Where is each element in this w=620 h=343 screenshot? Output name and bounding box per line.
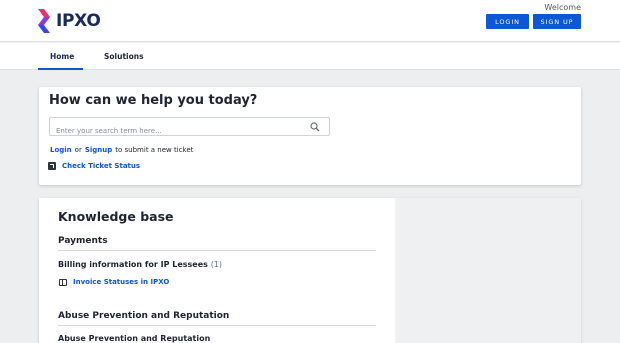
knowledge-base-card: Knowledge base Payments Billing informat… [39,198,396,343]
section-divider [58,250,376,251]
article-link-invoice-statuses[interactable]: Invoice Statuses in IPXO [73,278,169,286]
login-link[interactable]: Login [50,146,72,154]
folder-article-count: (1) [210,260,223,269]
submit-ticket-line: Login or Signup to submit a new ticket [50,146,193,154]
submit-ticket-text: to submit a new ticket [115,146,194,154]
article-row[interactable]: Invoice Statuses in IPXO [59,278,169,286]
folder-title: Billing information for IP Lessees [58,260,208,269]
section-title-payments[interactable]: Payments [58,236,108,246]
main-nav: Home Solutions [0,43,620,70]
search-input[interactable] [50,122,300,140]
section-divider [58,325,376,326]
login-button[interactable]: LOGIN [486,14,529,29]
help-search-card: How can we help you today? Login or Sign… [39,87,581,185]
or-text: or [74,146,82,154]
ipxo-logo-icon [38,9,50,33]
sidebar-panel [396,198,581,343]
signup-link[interactable]: Signup [85,146,112,154]
search-icon[interactable] [310,122,320,132]
check-ticket-status-link[interactable]: Check Ticket Status [62,162,140,170]
tab-solutions[interactable]: Solutions [104,52,144,61]
tab-home[interactable]: Home [50,52,74,61]
knowledge-base-title: Knowledge base [58,209,174,224]
top-header: IPXO Welcome LOGIN SIGN UP [0,0,620,42]
signup-button[interactable]: SIGN UP [533,14,581,29]
section-title-abuse-prevention[interactable]: Abuse Prevention and Reputation [58,311,229,321]
brand-name: IPXO [56,11,101,31]
external-link-icon [48,162,56,170]
welcome-text: Welcome [544,3,581,12]
folder-abuse-prevention[interactable]: Abuse Prevention and Reputation [58,334,210,343]
book-icon [59,278,67,286]
search-box [49,117,330,140]
help-title: How can we help you today? [49,93,258,108]
check-ticket-row[interactable]: Check Ticket Status [48,162,140,170]
brand-logo[interactable]: IPXO [36,9,101,33]
active-tab-indicator [38,68,83,70]
folder-billing-information[interactable]: Billing information for IP Lessees (1) [58,260,222,269]
